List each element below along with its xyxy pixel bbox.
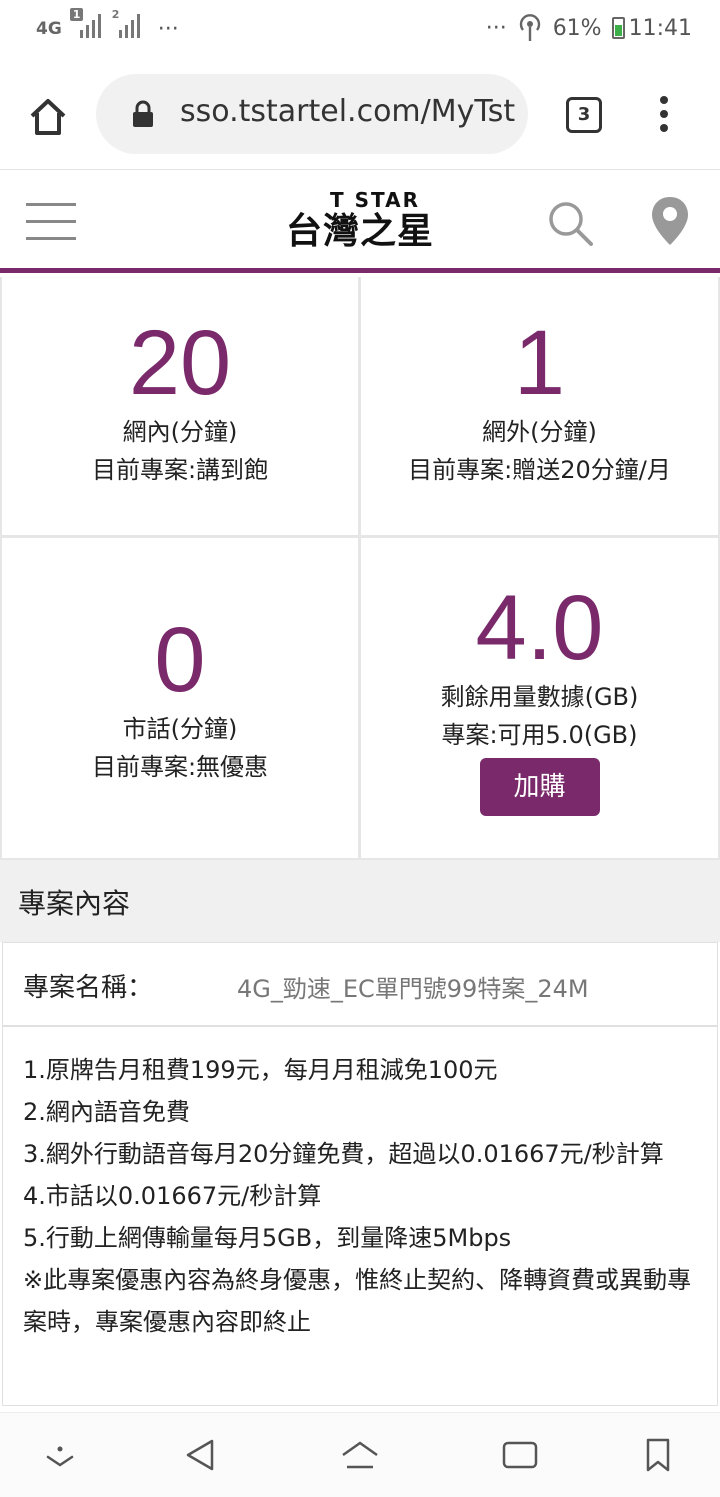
location-pin-icon[interactable] bbox=[650, 195, 690, 247]
plan-name-row: 專案名稱： 4G_勁速_EC單門號99特案_24M bbox=[2, 942, 718, 1026]
stat-onnet-minutes: 20 網內(分鐘) 目前專案:講到飽 bbox=[2, 277, 358, 535]
url-text[interactable]: sso.tstartel.com/MyTst bbox=[180, 94, 515, 129]
plan-detail-item: 2.網內語音免費 bbox=[23, 1098, 190, 1126]
plan-detail-item: 4.市話以0.01667元/秒計算 bbox=[23, 1182, 322, 1210]
site-header: T STAR 台灣之星 bbox=[0, 171, 720, 273]
network-type: 4G bbox=[36, 19, 62, 39]
status-right: ··· 61% 11:41 bbox=[486, 14, 692, 42]
stat-offnet-minutes: 1 網外(分鐘) 目前專案:贈送20分鐘/月 bbox=[361, 277, 718, 535]
usage-stats-grid: 20 網內(分鐘) 目前專案:講到飽 1 網外(分鐘) 目前專案:贈送20分鐘/… bbox=[0, 277, 720, 860]
stat-landline-minutes: 0 市話(分鐘) 目前專案:無優惠 bbox=[2, 538, 358, 858]
plan-detail-item: ※此專案優惠內容為終身優惠，惟終止契約、降轉資費或異動專案時，專案優惠內容即終止 bbox=[23, 1266, 692, 1336]
site-logo[interactable]: T STAR 台灣之星 bbox=[270, 189, 450, 253]
status-left: 4G 1 2 ··· bbox=[36, 8, 179, 44]
stat-value: 1 bbox=[513, 312, 566, 414]
hide-keyboard-icon[interactable] bbox=[40, 1437, 80, 1473]
stat-plan: 專案:可用5.0(GB) bbox=[441, 721, 638, 749]
plan-detail-item: 5.行動上網傳輸量每月5GB，到量降速5Mbps bbox=[23, 1224, 512, 1252]
plan-detail-item: 1.原牌告月租費199元，每月月租減免100元 bbox=[23, 1056, 498, 1084]
plan-name-label: 專案名稱： bbox=[23, 973, 154, 1003]
section-title: 專案內容 bbox=[18, 887, 131, 920]
lock-icon bbox=[133, 100, 153, 127]
browser-toolbar: sso.tstartel.com/MyTst 3 bbox=[0, 60, 720, 170]
sim1-badge: 1 bbox=[69, 8, 84, 21]
back-icon[interactable] bbox=[180, 1437, 220, 1473]
stat-label: 剩餘用量數據(GB) bbox=[440, 683, 639, 711]
hamburger-icon[interactable] bbox=[26, 203, 76, 241]
status-bar: 4G 1 2 ··· ··· 61% 11:41 bbox=[0, 0, 720, 60]
logo-english: T STAR bbox=[330, 188, 420, 212]
signal-sim1: 1 bbox=[69, 8, 101, 44]
stat-plan: 目前專案:贈送20分鐘/月 bbox=[408, 456, 671, 484]
plan-section-header: 專案內容 bbox=[0, 860, 720, 942]
battery-icon bbox=[611, 17, 625, 39]
stat-plan: 目前專案:講到飽 bbox=[91, 456, 269, 484]
plan-details: 1.原牌告月租費199元，每月月租減免100元 2.網內語音免費 3.網外行動語… bbox=[2, 1026, 718, 1406]
logo-chinese: 台灣之星 bbox=[285, 211, 434, 252]
menu-icon[interactable] bbox=[654, 96, 674, 136]
tab-switcher-button[interactable]: 3 bbox=[566, 97, 602, 133]
home-nav-icon[interactable] bbox=[340, 1437, 380, 1473]
add-data-button[interactable]: 加購 bbox=[479, 758, 600, 816]
sim2-badge: 2 bbox=[111, 8, 120, 21]
search-icon[interactable] bbox=[546, 199, 594, 247]
stat-label: 市話(分鐘) bbox=[122, 715, 238, 743]
signal-sim2: 2 bbox=[112, 8, 140, 44]
plan-detail-item: 3.網外行動語音每月20分鐘免費，超過以0.01667元/秒計算 bbox=[23, 1140, 664, 1168]
recent-apps-icon[interactable] bbox=[500, 1437, 540, 1473]
hotspot-icon bbox=[519, 14, 540, 41]
stat-label: 網外(分鐘) bbox=[482, 418, 597, 446]
stat-value: 0 bbox=[154, 609, 206, 711]
address-bar[interactable]: sso.tstartel.com/MyTst bbox=[96, 74, 528, 154]
system-nav-bar bbox=[0, 1412, 720, 1497]
plan-name-value: 4G_勁速_EC單門號99特案_24M bbox=[237, 975, 589, 1003]
more-status: ··· bbox=[485, 15, 507, 41]
more-notifications: ··· bbox=[157, 16, 179, 42]
stat-remaining-data: 4.0 剩餘用量數據(GB) 專案:可用5.0(GB) 加購 bbox=[361, 538, 718, 858]
battery-percent: 61% bbox=[552, 15, 602, 41]
bookmark-icon[interactable] bbox=[638, 1437, 678, 1473]
stat-label: 網內(分鐘) bbox=[122, 418, 238, 446]
stat-value: 20 bbox=[128, 312, 232, 414]
home-icon[interactable] bbox=[26, 94, 70, 138]
stat-value: 4.0 bbox=[475, 577, 604, 679]
stat-plan: 目前專案:無優惠 bbox=[91, 753, 269, 781]
clock: 11:41 bbox=[628, 15, 692, 41]
